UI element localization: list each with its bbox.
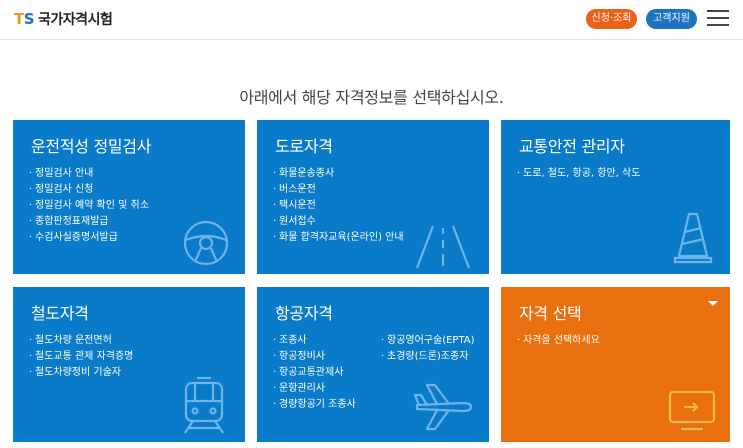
card-title: 도로자격 [275, 137, 333, 156]
apply-lookup-button[interactable]: 신청·조회 [586, 9, 637, 29]
train-icon [181, 375, 227, 435]
card-driving-aptitude[interactable]: 운전적성 정밀검사 정밀검사 안내 정밀검사 신청 정밀검사 예약 확인 및 취… [13, 120, 245, 274]
card-title: 자격 선택 [519, 304, 582, 323]
site-logo[interactable]: TS 국가자격시험 [14, 9, 113, 29]
monitor-icon [667, 389, 717, 433]
card-link-list: 자격을 선택하세요 [517, 333, 600, 349]
card-link[interactable]: 조종사 [273, 333, 356, 349]
traffic-cone-icon [673, 212, 713, 264]
card-title: 항공자격 [275, 304, 333, 323]
card-link[interactable]: 정밀검사 안내 [29, 166, 149, 182]
card-link[interactable]: 수검사실증명서발급 [29, 230, 149, 246]
card-title: 운전적성 정밀검사 [31, 137, 152, 156]
card-link[interactable]: 정밀검사 예약 확인 및 취소 [29, 198, 149, 214]
card-license-select[interactable]: 자격 선택 자격을 선택하세요 [501, 287, 730, 442]
card-traffic-safety-manager[interactable]: 교통안전 관리자 도로, 철도, 항공, 항만, 삭도 [501, 120, 730, 274]
card-title: 철도자격 [31, 304, 89, 323]
card-link[interactable]: 버스운전 [273, 182, 404, 198]
card-link-list-secondary: 항공영어구술(EPTA) 초경량(드론)조종자 [381, 333, 475, 365]
license-select-placeholder[interactable]: 자격을 선택하세요 [517, 333, 600, 349]
card-link[interactable]: 경량항공기 조종사 [273, 397, 356, 413]
road-icon [413, 224, 473, 270]
card-link[interactable]: 초경량(드론)조종자 [381, 349, 475, 365]
customer-support-button[interactable]: 고객지원 [646, 9, 697, 29]
chevron-down-icon[interactable] [708, 301, 718, 306]
card-road-license[interactable]: 도로자격 화물운송종사 버스운전 택시운전 원서접수 화물 합격자교육(온라인)… [257, 120, 489, 274]
airplane-icon [413, 383, 473, 431]
card-link-list: 화물운송종사 버스운전 택시운전 원서접수 화물 합격자교육(온라인) 안내 [273, 166, 404, 246]
card-link[interactable]: 도로, 철도, 항공, 항만, 삭도 [517, 166, 640, 182]
card-link[interactable]: 항공영어구술(EPTA) [381, 333, 475, 349]
page-headline: 아래에서 해당 자격정보를 선택하십시오. [239, 88, 504, 107]
card-link-list: 정밀검사 안내 정밀검사 신청 정밀검사 예약 확인 및 취소 종합판정표재발급… [29, 166, 149, 246]
card-title: 교통안전 관리자 [519, 137, 625, 156]
card-link[interactable]: 원서접수 [273, 214, 404, 230]
card-link[interactable]: 종합판정표재발급 [29, 214, 149, 230]
card-link[interactable]: 운항관리사 [273, 381, 356, 397]
card-link[interactable]: 화물운송종사 [273, 166, 404, 182]
steering-wheel-icon [181, 218, 231, 268]
card-link[interactable]: 항공교통관제사 [273, 365, 356, 381]
card-link[interactable]: 철도차량 운전면허 [29, 333, 133, 349]
card-link[interactable]: 철도교통 관제 자격증명 [29, 349, 133, 365]
card-link[interactable]: 택시운전 [273, 198, 404, 214]
card-link[interactable]: 화물 합격자교육(온라인) 안내 [273, 230, 404, 246]
card-link[interactable]: 항공정비사 [273, 349, 356, 365]
ts-logo-mark: TS [14, 10, 35, 28]
card-link-list: 도로, 철도, 항공, 항만, 삭도 [517, 166, 640, 182]
site-title: 국가자격시험 [38, 12, 113, 28]
top-header: TS 국가자격시험 신청·조회 고객지원 [0, 0, 743, 40]
card-link[interactable]: 철도차량정비 기술자 [29, 365, 133, 381]
card-link-list: 철도차량 운전면허 철도교통 관제 자격증명 철도차량정비 기술자 [29, 333, 133, 381]
hamburger-menu-icon[interactable] [707, 10, 729, 26]
card-link-list: 조종사 항공정비사 항공교통관제사 운항관리사 경량항공기 조종사 [273, 333, 356, 413]
card-rail-license[interactable]: 철도자격 철도차량 운전면허 철도교통 관제 자격증명 철도차량정비 기술자 [13, 287, 245, 442]
card-aviation-license[interactable]: 항공자격 조종사 항공정비사 항공교통관제사 운항관리사 경량항공기 조종사 항… [257, 287, 489, 442]
card-link[interactable]: 정밀검사 신청 [29, 182, 149, 198]
